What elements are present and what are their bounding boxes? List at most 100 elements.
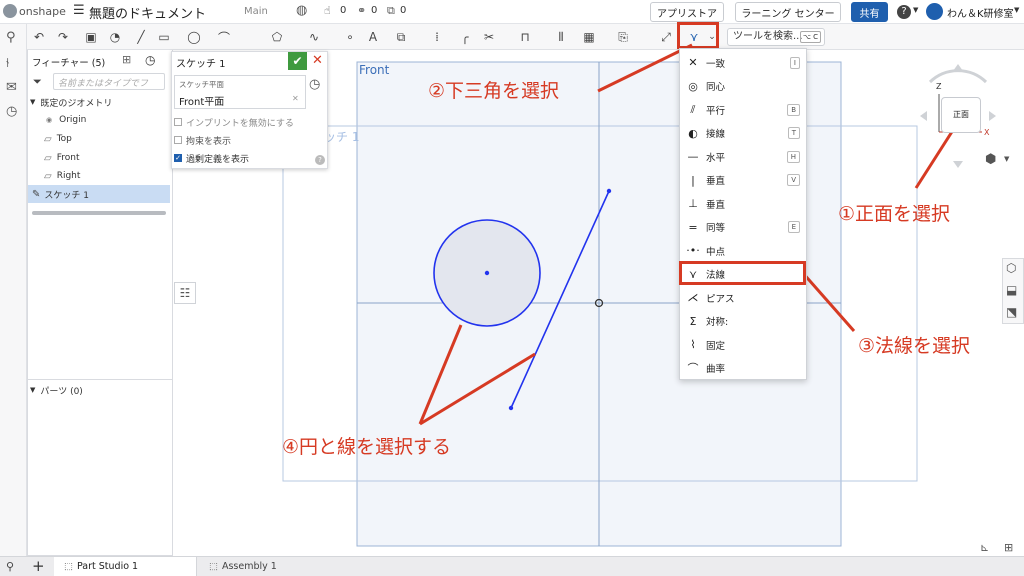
tab-label: Part Studio 1 [76,561,139,572]
constraint-item-pierce[interactable]: ⋌ ピアス [680,286,806,309]
collapse-chevron-icon[interactable]: ▼ [30,386,35,394]
constraint-label: 同等 [706,223,726,234]
sketch-plane-field[interactable]: スケッチ平面 Front平面 ✕ [174,75,306,109]
dialog-help-icon[interactable]: ? [315,155,325,165]
parallel-icon: ⫽ [690,102,696,116]
annotation-step1: ①正面を選択 [838,203,951,225]
view-options-cube-icon[interactable]: ⬢ [985,152,996,167]
tree-item-top[interactable]: ▱ Top [44,130,164,148]
coincident-icon: ✕ [688,56,698,69]
shortcut-key: B [787,103,800,116]
tangent-icon: ◐ [688,126,698,140]
constraint-label: 曲率 [706,364,726,375]
parts-label: パーツ (0) [40,386,83,397]
shortcut-key: E [787,221,800,233]
constraint-item-vertical[interactable]: | 垂直 V [680,169,806,192]
rotate-arc-icon [928,69,988,84]
feature-panel-title: フィーチャー (5) [32,58,106,69]
add-feature-icon[interactable]: ⊞ [122,53,131,66]
constraint-label: 同心 [706,82,726,93]
equal-icon: = [688,220,698,234]
cancel-close-icon[interactable]: ✕ [312,53,323,68]
circle-center-point [484,270,490,276]
properties-panel-icon[interactable]: ⬔ [1006,305,1017,319]
constraint-label: 接線 [706,129,726,140]
option-show-overdefined[interactable]: ✓ 過剰定義を表示 [174,149,324,167]
pierce-icon: ⋌ [687,291,699,304]
annotation-step2: ②下三角を選択 [428,80,560,102]
plane-icon: ▱ [44,170,52,182]
add-tab-icon[interactable]: + [32,557,45,575]
constraint-item-concentric[interactable]: ◎ 同心 [680,75,806,98]
rollback-bar[interactable] [32,211,166,215]
sketch-pencil-icon: ✎ [32,188,41,200]
horizontal-icon: — [687,150,699,163]
tree-item-origin[interactable]: ◉ Origin [46,111,166,129]
tree-item-label: Right [56,171,81,181]
collapse-chevron-icon[interactable]: ▼ [30,98,35,106]
concentric-icon: ◎ [688,79,698,93]
symmetric-icon: Σ [689,314,697,328]
option-show-constraints[interactable]: 拘束を表示 [174,131,324,149]
fix-icon: ⌇ [690,338,696,351]
shortcut-key: T [787,127,800,139]
constraint-item-midpoint[interactable]: ·•· 中点 [680,239,806,262]
constraint-label: 中点 [706,246,726,258]
assembly-icon: ⬚ [209,561,218,572]
configuration-panel-icon[interactable]: ⬓ [1006,283,1017,297]
option-label: 過剰定義を表示 [186,154,250,165]
perpendicular-icon: ⊥ [688,197,698,210]
default-geometry-group[interactable]: ▼ 既定のジオメトリ [30,93,170,111]
rollback-timer-icon[interactable]: ◷ [145,53,155,67]
tree-item-front[interactable]: ▱ Front [44,149,164,167]
measure-icon[interactable]: ⊾ [980,541,989,554]
left-arrow-icon [920,111,927,121]
constraint-item-equal[interactable]: = 同等 E [680,216,806,239]
tree-item-label: Front [56,153,80,163]
tree-item-label: Origin [59,115,87,125]
filter-icon[interactable]: ⏷ [33,75,42,89]
checkbox-checked-icon[interactable]: ✓ [174,154,182,162]
constraint-label: 水平 [706,152,726,164]
search-icon[interactable]: ⚲ [6,560,14,573]
vertical-icon: | [691,173,695,187]
feature-filter-input[interactable]: 名前またはタイプでフ [53,73,165,90]
normal-highlight-box [679,261,806,285]
confirm-check-icon[interactable]: ✔ [288,52,307,70]
constraint-item-fix[interactable]: ⌇ 固定 [680,333,806,356]
constraint-item-perpendicular[interactable]: ⊥ 垂直 [680,192,806,215]
view-options-chevron-icon[interactable]: ▼ [1004,155,1009,163]
down-arrow-icon [953,161,963,168]
mass-properties-icon[interactable]: ⊞ [1004,541,1013,554]
constraint-item-curvature[interactable]: ⌒ 曲率 [680,357,806,380]
constraint-item-horizontal[interactable]: — 水平 H [680,145,806,168]
right-arrow-icon [989,111,996,121]
tab-assembly[interactable]: ⬚ Assembly 1 [201,557,341,576]
option-disable-imprint[interactable]: インプリントを無効にする [174,113,324,131]
constraint-item-coincident[interactable]: ✕ 一致 I [680,51,806,74]
parts-group[interactable]: ▼ パーツ (0) [30,381,170,399]
constraint-item-parallel[interactable]: ⫽ 平行 B [680,98,806,121]
constraint-item-tangent[interactable]: ◐ 接線 T [680,122,806,145]
checkbox-icon[interactable] [174,118,182,126]
front-plane-label: Front [359,63,390,77]
constraint-label: 平行 [706,105,726,117]
z-axis-label: Z [936,82,942,91]
tab-part-studio[interactable]: ⬚ Part Studio 1 [54,557,197,576]
feature-list-toggle-icon[interactable]: ☷ [174,282,196,304]
viewcube-front-face[interactable]: 正面 [941,97,981,133]
option-label: 拘束を表示 [186,136,232,147]
up-arrow-icon [953,64,963,71]
tree-item-sketch1[interactable]: ✎ スケッチ 1 [28,185,170,203]
annotation-step4: ④円と線を選択する [282,436,452,458]
line-endpoint-bottom [508,405,514,411]
tree-item-right[interactable]: ▱ Right [44,167,164,185]
sketch-plane-value: Front平面 [179,97,225,108]
appearance-panel-icon[interactable]: ⬡ [1006,261,1016,275]
sketch-history-icon[interactable]: ◷ [309,77,320,92]
tree-item-label: Top [56,134,72,144]
curvature-icon: ⌒ [687,362,699,375]
checkbox-icon[interactable] [174,136,182,144]
constraint-item-symmetric[interactable]: Σ 対称: [680,310,806,333]
clear-plane-icon[interactable]: ✕ [292,94,299,103]
